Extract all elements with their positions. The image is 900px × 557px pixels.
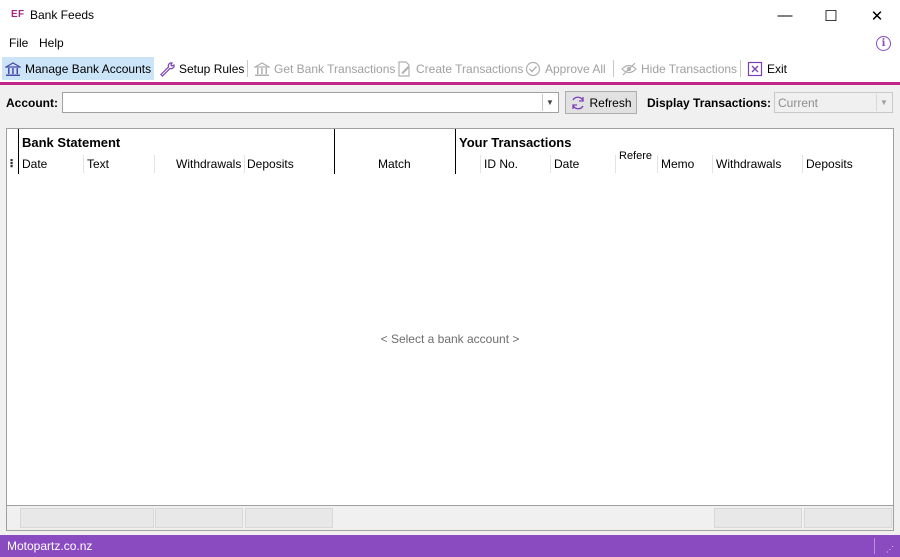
col-separator <box>712 155 713 173</box>
grid-divider <box>455 129 456 174</box>
check-circle-icon <box>525 61 541 76</box>
footer-cell <box>245 508 333 528</box>
display-transactions-label: Display Transactions: <box>647 96 772 110</box>
status-bar: Motopartz.co.nz ⋰ <box>0 535 900 557</box>
resize-grip-icon[interactable]: ⋰ <box>886 545 895 554</box>
company-name: Motopartz.co.nz <box>7 539 93 553</box>
col-separator <box>550 155 551 173</box>
refresh-button[interactable]: Refresh <box>565 91 637 114</box>
exit-icon <box>747 61 763 76</box>
col-tx-deposits[interactable]: Deposits <box>806 157 853 171</box>
refresh-icon <box>572 96 585 109</box>
toolbar-separator <box>740 60 741 77</box>
col-separator <box>615 155 616 173</box>
grid-divider <box>18 129 19 174</box>
menu-help[interactable]: Help <box>39 36 64 50</box>
refresh-label: Refresh <box>589 95 632 110</box>
row-selector-icon[interactable]: ▪ ▪ ▪ <box>10 156 13 171</box>
create-transactions-button[interactable]: Create Transactions <box>393 57 526 80</box>
bank-statement-header: Bank Statement <box>22 135 121 150</box>
account-select[interactable]: ▼ <box>62 92 559 113</box>
display-transactions-value: Current <box>778 96 819 110</box>
chevron-down-icon[interactable]: ▼ <box>542 94 557 111</box>
manage-bank-accounts-button[interactable]: Manage Bank Accounts <box>2 57 155 80</box>
approve-all-label: Approve All <box>545 61 606 76</box>
maximize-button[interactable]: ☐ <box>808 0 854 31</box>
menu-file[interactable]: File <box>9 36 28 50</box>
minimize-button[interactable]: — <box>762 0 808 31</box>
info-icon[interactable]: i <box>876 36 891 51</box>
transactions-grid: Bank Statement Your Transactions ▪ ▪ ▪ Dat… <box>6 128 894 531</box>
exit-label: Exit <box>767 61 788 76</box>
footer-cell <box>20 508 154 528</box>
get-bank-transactions-label: Get Bank Transactions <box>274 61 396 76</box>
footer-cell <box>804 508 892 528</box>
col-memo[interactable]: Memo <box>661 157 694 171</box>
close-button[interactable]: ✕ <box>854 0 900 31</box>
setup-rules-label: Setup Rules <box>179 61 245 76</box>
app-logo: EF <box>11 9 25 20</box>
display-transactions-select[interactable]: Current ▼ <box>774 92 893 113</box>
setup-rules-button[interactable]: Setup Rules <box>156 57 247 80</box>
create-transactions-label: Create Transactions <box>416 61 524 76</box>
eye-hidden-icon <box>621 62 637 75</box>
empty-state-message: < Select a bank account > <box>380 332 520 346</box>
bank-icon <box>5 61 21 76</box>
footer-cell <box>714 508 802 528</box>
col-separator <box>83 155 84 173</box>
chevron-down-icon[interactable]: ▼ <box>876 94 891 111</box>
col-tx-withdrawals[interactable]: Withdrawals <box>716 157 781 171</box>
col-deposits[interactable]: Deposits <box>247 157 294 171</box>
status-separator <box>874 538 875 554</box>
hide-transactions-button[interactable]: Hide Transactions <box>618 57 740 80</box>
hide-transactions-label: Hide Transactions <box>641 61 738 76</box>
col-withdrawals[interactable]: Withdrawals <box>176 157 241 171</box>
bank-download-icon <box>254 61 270 76</box>
get-bank-transactions-button[interactable]: Get Bank Transactions <box>251 57 398 80</box>
col-separator <box>244 155 245 173</box>
col-id-no[interactable]: ID No. <box>484 157 518 171</box>
exit-button[interactable]: Exit <box>744 57 790 80</box>
toolbar-separator <box>247 60 248 77</box>
col-separator <box>480 155 481 173</box>
menu-bar: File Help <box>0 31 900 55</box>
col-separator <box>802 155 803 173</box>
window-title: Bank Feeds <box>30 8 95 22</box>
col-separator <box>657 155 658 173</box>
col-date[interactable]: Date <box>22 157 47 171</box>
account-label: Account: <box>6 96 58 110</box>
your-transactions-header: Your Transactions <box>459 135 572 150</box>
title-bar: EF Bank Feeds — ☐ ✕ <box>0 0 900 31</box>
col-text[interactable]: Text <box>87 157 109 171</box>
document-edit-icon <box>398 60 410 77</box>
filter-bar: Account: ▼ Refresh Display Transactions:… <box>0 85 900 121</box>
col-separator <box>154 155 155 173</box>
approve-all-button[interactable]: Approve All <box>522 57 609 80</box>
toolbar: Manage Bank Accounts Setup Rules Get Ban… <box>0 55 900 82</box>
manage-bank-accounts-label: Manage Bank Accounts <box>25 61 152 76</box>
grid-divider <box>334 129 335 174</box>
grid-footer <box>7 505 893 530</box>
col-match[interactable]: Match <box>378 157 411 171</box>
footer-cell <box>155 508 243 528</box>
col-tx-date[interactable]: Date <box>554 157 579 171</box>
toolbar-separator <box>613 60 614 77</box>
col-reference[interactable]: Refere <box>619 150 652 162</box>
wrench-icon <box>160 61 175 77</box>
